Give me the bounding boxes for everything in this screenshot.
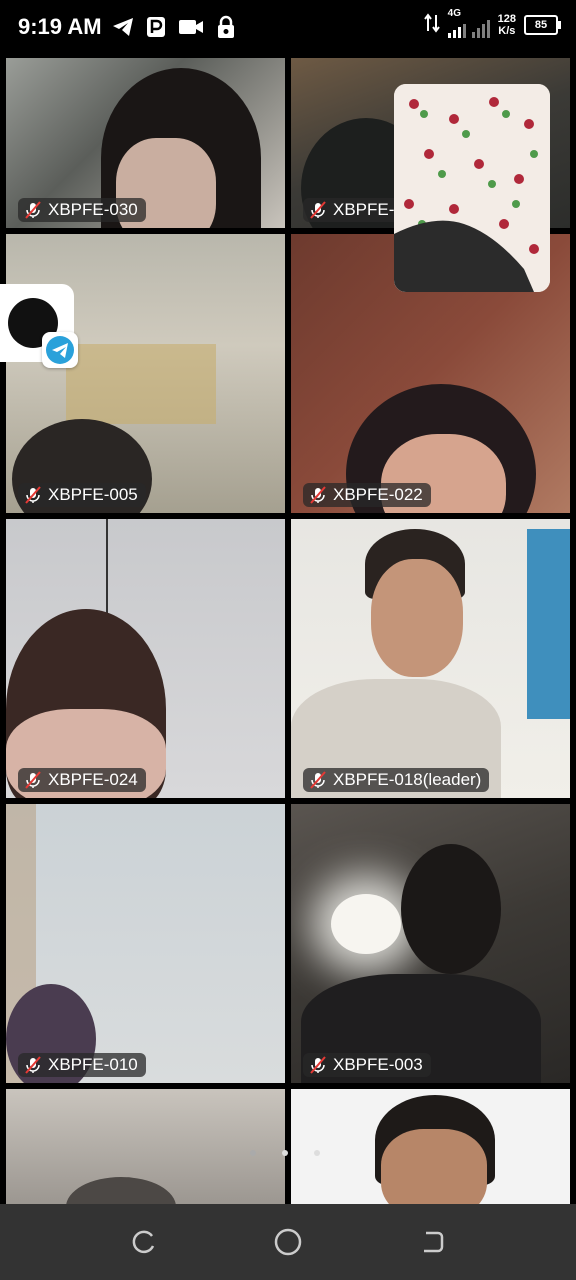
participant-label: XBPFE-022 [303, 483, 431, 507]
clock: 9:19 AM [18, 14, 102, 39]
home-button[interactable] [274, 1228, 302, 1256]
battery-indicator: 85 [524, 15, 561, 35]
mic-muted-icon [24, 1056, 42, 1074]
mic-muted-icon [24, 201, 42, 219]
back-button[interactable] [418, 1228, 446, 1256]
network-type: 4G [447, 8, 461, 19]
floating-chat-bubble[interactable] [0, 284, 78, 368]
mic-muted-icon [309, 201, 327, 219]
parking-icon [146, 16, 166, 44]
participant-name: XBPFE-010 [48, 1055, 138, 1074]
participant-tile[interactable] [291, 1089, 570, 1204]
participant-name: XBPFE-022 [333, 485, 423, 504]
video-icon [178, 18, 204, 42]
system-status: 4G 128 K/s 85 [423, 8, 561, 38]
telegram-icon [112, 17, 134, 43]
network-speed: 128 K/s [497, 13, 516, 37]
participant-tile[interactable] [6, 1089, 285, 1204]
page-dot [314, 1150, 320, 1156]
page-indicator [250, 1150, 320, 1156]
participant-tile[interactable]: XBPFE-018(leader) [291, 519, 570, 798]
mic-muted-icon [309, 771, 327, 789]
participant-tile[interactable]: XBPFE-010 [6, 804, 285, 1083]
participant-name: XBPFE-030 [48, 200, 138, 219]
participant-name: XBPFE-018(leader) [333, 770, 482, 789]
mic-muted-icon [309, 486, 327, 504]
participant-label: XBPFE-030 [18, 198, 146, 222]
notification-icons [112, 15, 236, 45]
signal-icon: 4G [447, 8, 490, 38]
participant-label: XBPFE-018(leader) [303, 768, 490, 792]
mic-muted-icon [309, 1056, 327, 1074]
participant-name: XBPFE-024 [48, 770, 138, 789]
participant-name: XBPFE-003 [333, 1055, 423, 1074]
participant-name: XBPFE-005 [48, 485, 138, 504]
mic-muted-icon [24, 771, 42, 789]
participant-tile[interactable]: XBPFE-005 [6, 234, 285, 513]
lock-icon [216, 15, 236, 45]
telegram-icon [42, 332, 78, 368]
page-dot [250, 1150, 256, 1156]
floral-pattern-image [394, 84, 550, 292]
participant-label: XBPFE-024 [18, 768, 146, 792]
recents-button[interactable] [130, 1228, 158, 1256]
page-dot [282, 1150, 288, 1156]
navigation-bar [0, 1204, 576, 1280]
participant-tile[interactable]: XBPFE-030 [6, 58, 285, 228]
status-bar: 9:19 AM 4G 128 K/s 85 [0, 0, 576, 56]
self-view-pip[interactable] [394, 84, 550, 292]
participant-label: XBPFE-010 [18, 1053, 146, 1077]
participant-tile[interactable]: XBPFE-024 [6, 519, 285, 798]
participant-label: XBPFE-003 [303, 1053, 431, 1077]
data-arrows-icon [423, 12, 440, 38]
mic-muted-icon [24, 486, 42, 504]
participant-tile[interactable]: XBPFE-003 [291, 804, 570, 1083]
participant-label: XBPFE-005 [18, 483, 146, 507]
